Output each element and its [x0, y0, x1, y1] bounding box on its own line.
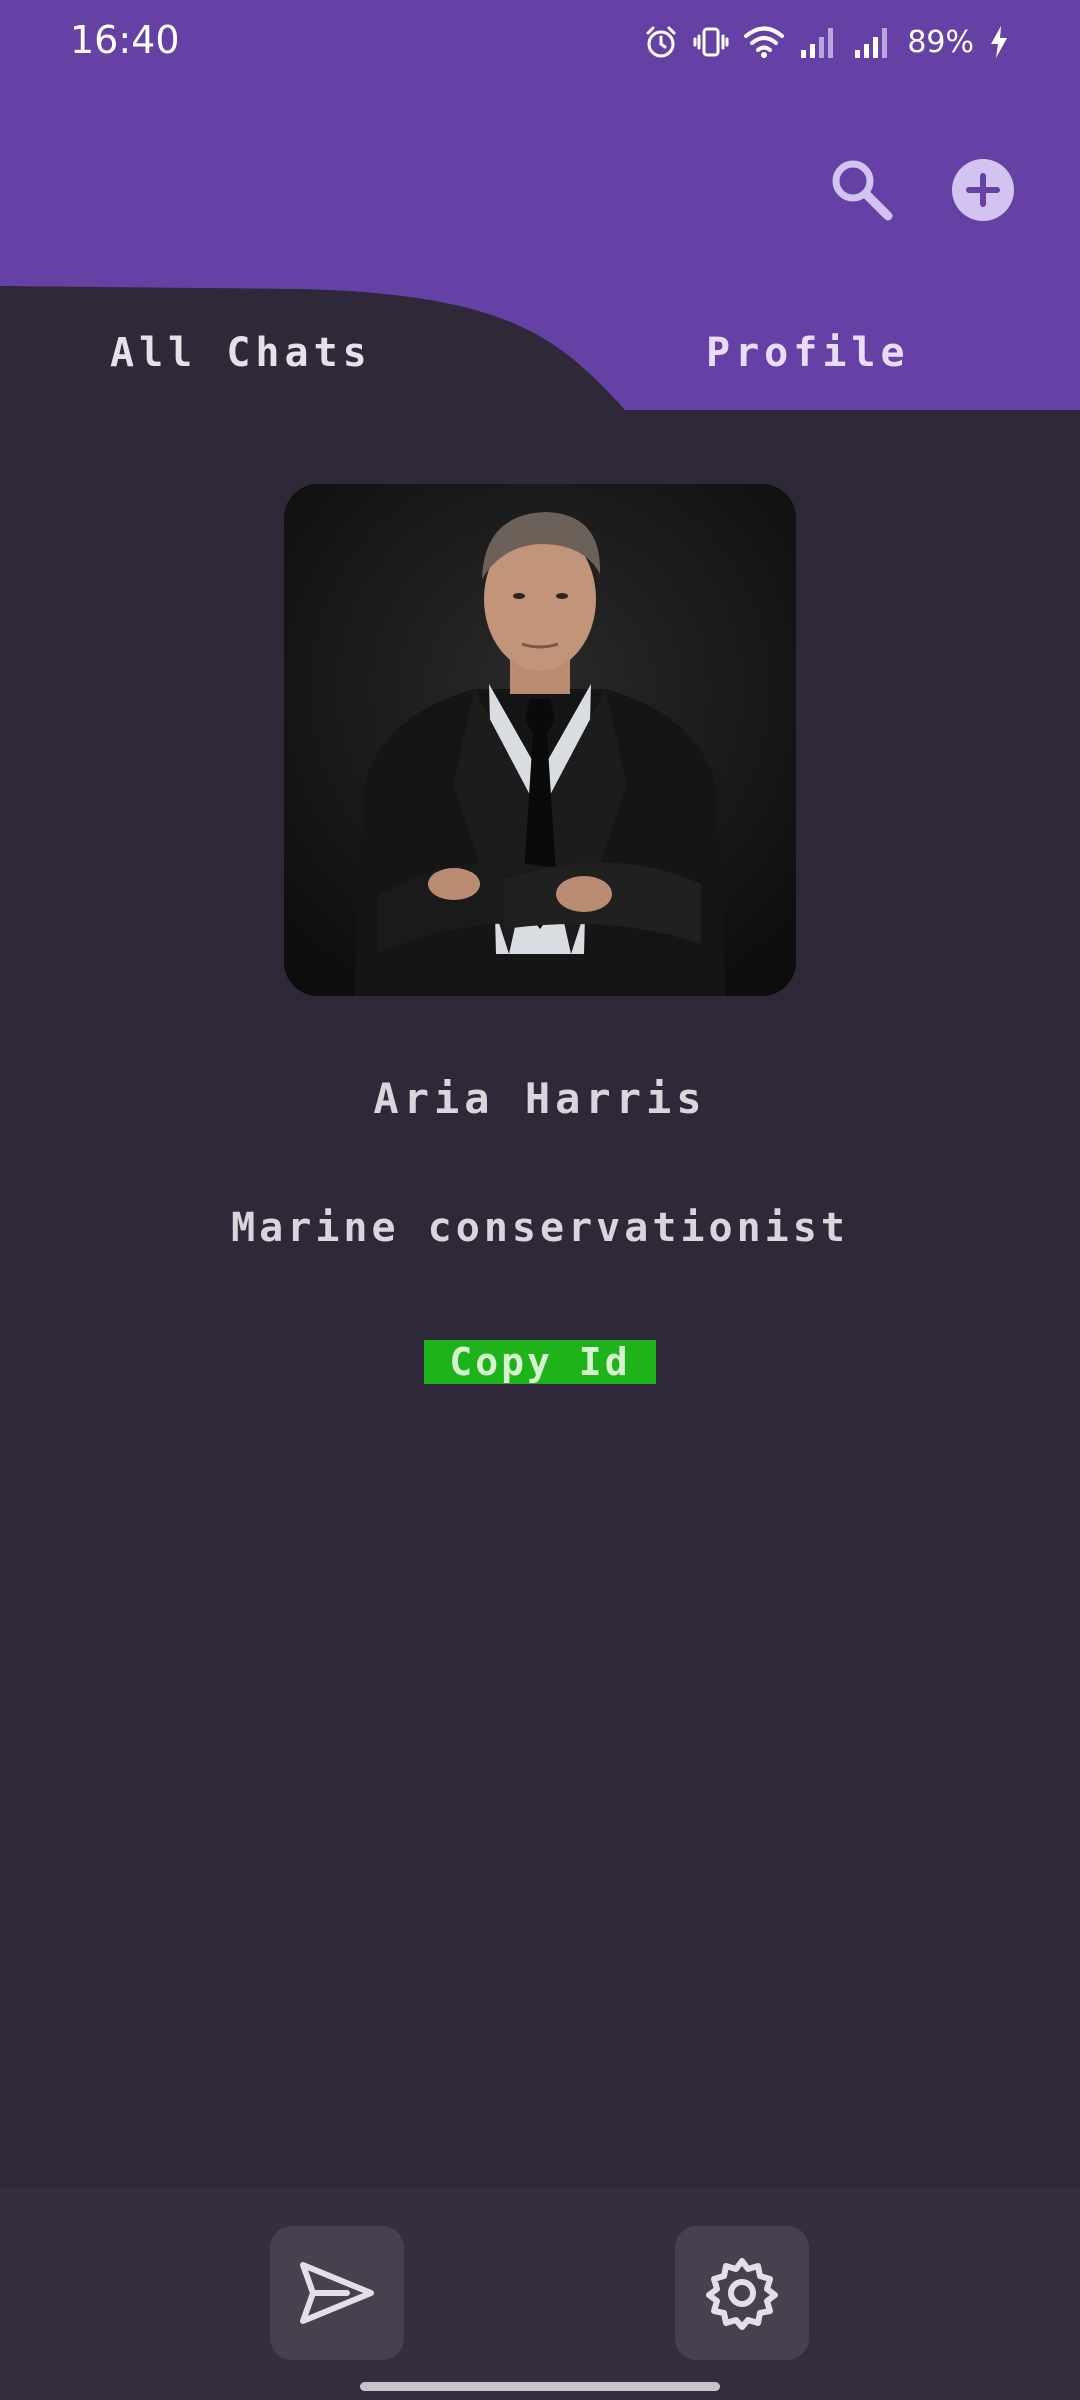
- profile-bio: Marine conservationist: [231, 1205, 849, 1251]
- signal-icon: [855, 28, 888, 58]
- alarm-icon: [646, 26, 676, 58]
- search-button[interactable]: [826, 154, 896, 224]
- profile-name: Aria Harris: [373, 1074, 707, 1123]
- copy-id-button[interactable]: Copy Id: [424, 1340, 656, 1384]
- battery-level: 89%: [907, 24, 974, 60]
- search-icon: [832, 160, 893, 221]
- settings-button[interactable]: [675, 2226, 809, 2360]
- charging-icon: [991, 26, 1007, 58]
- status-time: 16:40: [70, 18, 180, 62]
- bottom-nav: [0, 2188, 1080, 2400]
- add-icon: [966, 173, 1000, 207]
- wifi-icon: [744, 26, 785, 58]
- send-button[interactable]: [270, 2226, 404, 2360]
- settings-icon: [706, 2258, 778, 2330]
- home-indicator[interactable]: [360, 2382, 720, 2391]
- profile-photo: [284, 484, 796, 996]
- tab-all-chats[interactable]: All Chats: [110, 330, 372, 376]
- status-bar: 16:40 89%: [0, 0, 1080, 84]
- avatar: [284, 484, 796, 996]
- tab-profile[interactable]: Profile: [706, 330, 910, 376]
- signal-icon: [801, 28, 834, 58]
- add-button[interactable]: [952, 159, 1014, 221]
- send-icon: [300, 2262, 374, 2324]
- status-icons: 89%: [643, 20, 1010, 64]
- vibrate-icon: [693, 27, 729, 57]
